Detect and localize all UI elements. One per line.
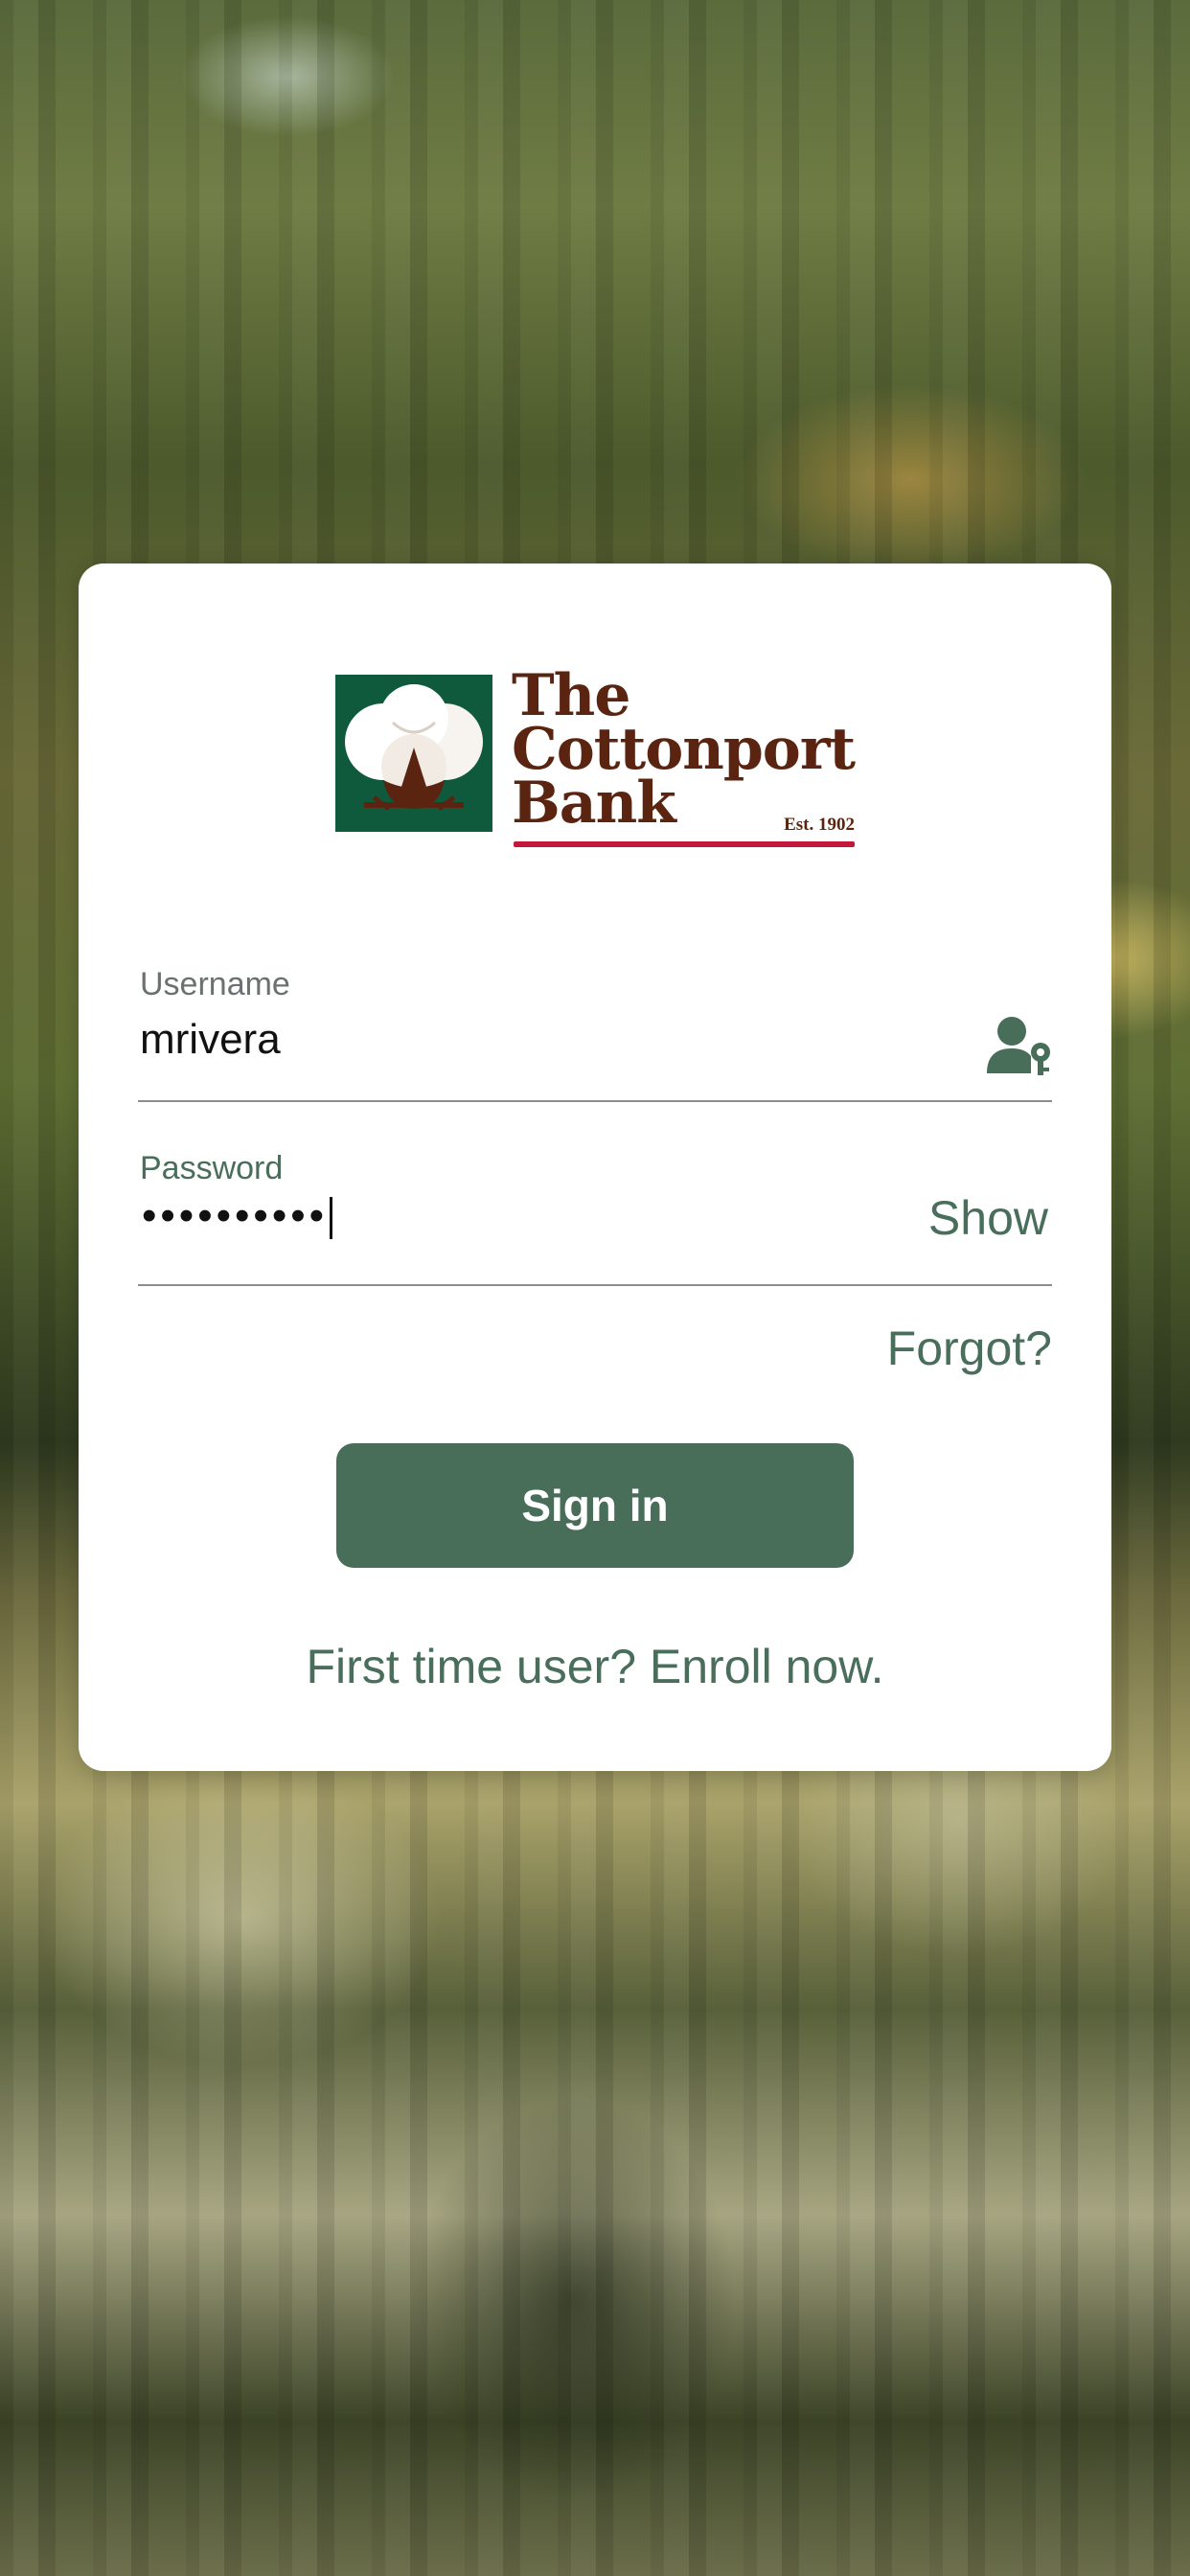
enroll-link[interactable]: First time user? Enroll now. (79, 1639, 1111, 1694)
forgot-link[interactable]: Forgot? (887, 1321, 1052, 1376)
password-input[interactable]: •••••••••• (142, 1192, 333, 1240)
bank-logo: The Cottonport Bank Est. 1902 (335, 667, 857, 851)
username-field[interactable]: Username mrivera (138, 966, 1052, 1102)
username-label: Username (140, 966, 290, 1002)
password-label: Password (140, 1150, 284, 1186)
logo-underline (514, 841, 855, 847)
username-input[interactable]: mrivera (140, 1016, 281, 1064)
user-key-icon[interactable] (987, 1014, 1052, 1077)
password-masked-value: •••••••••• (142, 1192, 329, 1239)
text-caret (330, 1197, 333, 1240)
cotton-boll-icon (345, 684, 483, 811)
login-screen: The Cottonport Bank Est. 1902 Username m… (0, 0, 1190, 2576)
logo-word-cottonport: Cottonport (512, 716, 856, 783)
sign-in-button[interactable]: Sign in (336, 1443, 854, 1568)
password-field[interactable]: Password •••••••••• Show (138, 1150, 1052, 1286)
show-password-button[interactable]: Show (928, 1190, 1048, 1246)
logo-established: Est. 1902 (784, 815, 855, 835)
logo-word-the: The (512, 662, 630, 729)
logo-emblem (335, 675, 492, 832)
login-card: The Cottonport Bank Est. 1902 Username m… (79, 564, 1111, 1771)
logo-wordmark: The Cottonport Bank (512, 662, 856, 832)
